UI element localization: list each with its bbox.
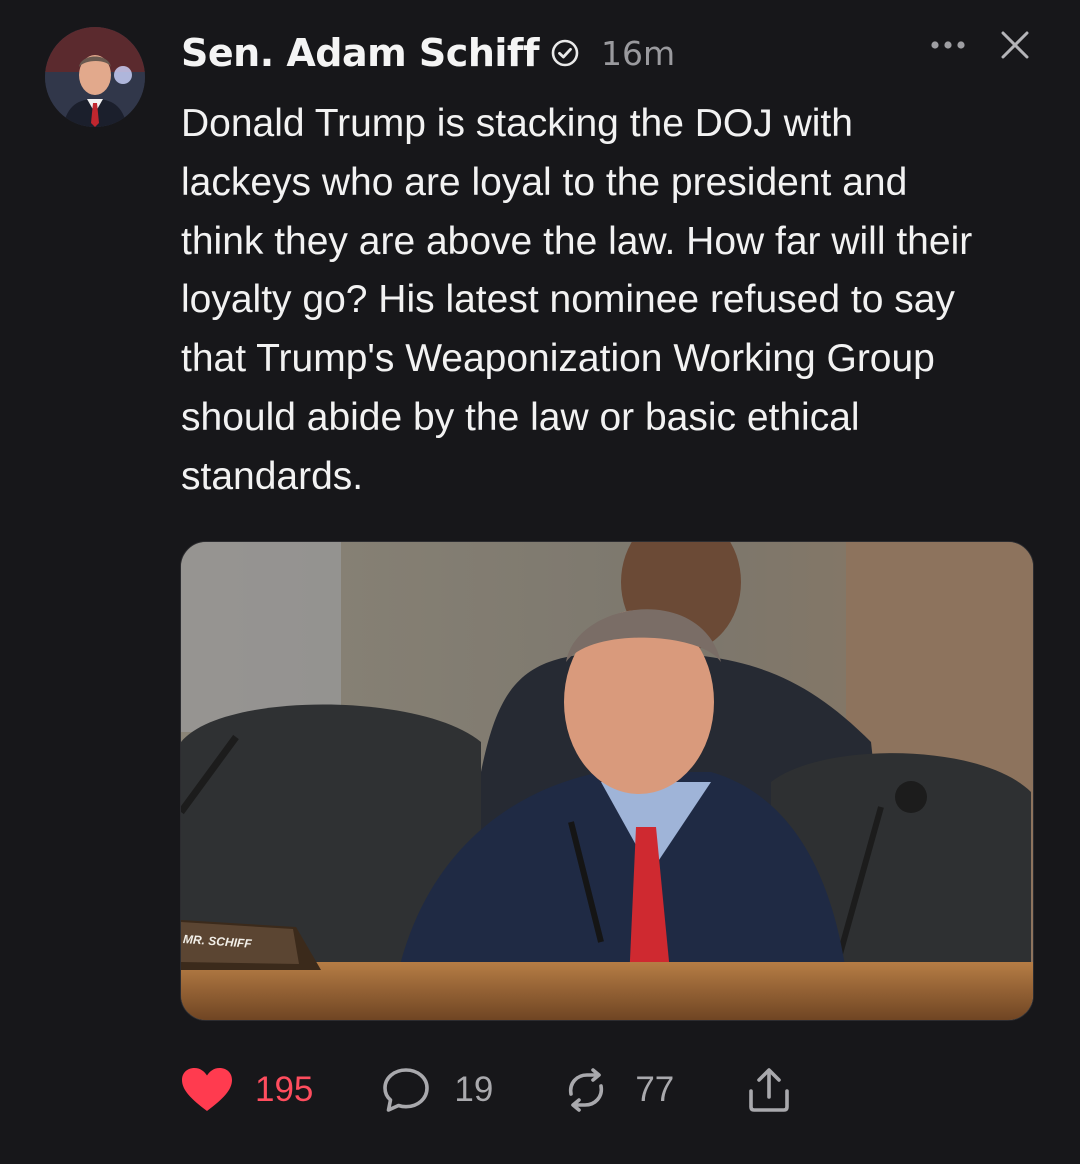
post: Sen. Adam Schiff 16m Donald Trump is sta… <box>0 0 1080 1164</box>
post-actions: 195 19 77 <box>181 1062 792 1118</box>
author-name[interactable]: Sen. Adam Schiff <box>181 31 539 75</box>
avatar-image <box>45 27 145 127</box>
more-icon[interactable] <box>930 39 966 51</box>
share-button[interactable] <box>746 1067 792 1113</box>
like-count: 195 <box>255 1070 314 1109</box>
repost-icon <box>569 1068 604 1112</box>
avatar[interactable] <box>45 27 145 127</box>
repost-count: 77 <box>635 1070 675 1109</box>
close-icon[interactable] <box>1000 30 1030 60</box>
heart-icon <box>182 1068 232 1111</box>
post-top-actions <box>930 30 1030 60</box>
like-button[interactable]: 195 <box>181 1067 313 1113</box>
post-header: Sen. Adam Schiff 16m <box>181 28 675 78</box>
comment-icon <box>383 1068 430 1112</box>
post-text: Donald Trump is stacking the DOJ with la… <box>181 102 973 498</box>
post-image[interactable]: MR. SCHIFF <box>180 541 1034 1021</box>
verified-icon <box>551 39 579 67</box>
reply-button[interactable]: 19 <box>381 1066 493 1114</box>
repost-button[interactable]: 77 <box>563 1068 674 1112</box>
reply-count: 19 <box>454 1070 494 1109</box>
post-timestamp: 16m <box>600 33 676 73</box>
hearing-photo: MR. SCHIFF <box>181 542 1033 1020</box>
share-icon <box>749 1068 790 1112</box>
